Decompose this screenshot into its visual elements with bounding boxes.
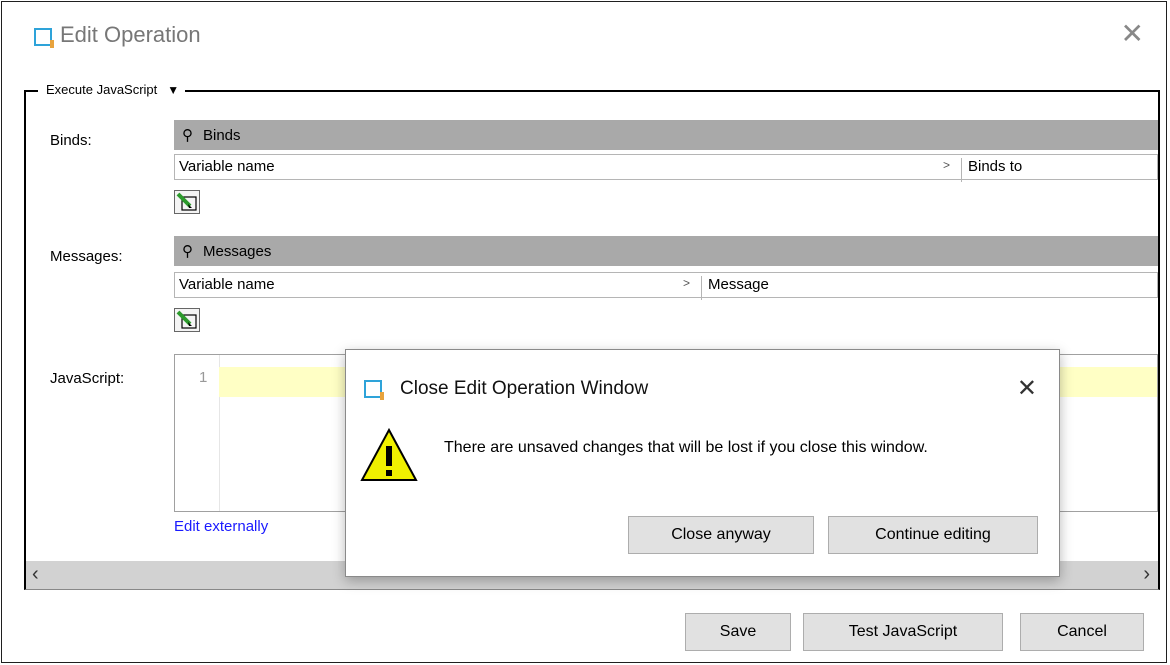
window-icon [34,28,54,48]
pencil-edit-icon [176,310,197,329]
line-number: 1 [199,369,208,386]
save-button[interactable]: Save [685,613,791,651]
close-icon[interactable]: ✕ [1121,20,1144,48]
close-icon[interactable]: ✕ [1017,374,1037,403]
close-confirmation-dialog: Close Edit Operation Window ✕ There are … [345,349,1060,577]
javascript-label: JavaScript: [50,370,125,387]
close-anyway-button[interactable]: Close anyway [628,516,814,554]
pushpin-icon[interactable]: ⚲ [182,242,193,260]
messages-grid-header: ⚲ Messages [174,236,1158,266]
window-icon [364,380,384,400]
pushpin-icon[interactable]: ⚲ [182,126,193,144]
binds-edit-button[interactable] [174,190,200,214]
test-javascript-button[interactable]: Test JavaScript [803,613,1003,651]
messages-column-header: Variable name > Message [174,272,1158,300]
edit-externally-link[interactable]: Edit externally [174,518,268,535]
pencil-edit-icon [176,192,197,211]
chevron-right-icon[interactable]: › [1143,563,1150,586]
messages-col-message[interactable]: Message [701,276,769,300]
cancel-button[interactable]: Cancel [1020,613,1144,651]
binds-column-header: Variable name > Binds to [174,154,1158,182]
dialog-message: There are unsaved changes that will be l… [444,439,928,456]
window-title: Edit Operation [60,22,201,47]
dialog-title: Close Edit Operation Window [400,378,649,399]
binds-header-title: Binds [203,126,241,144]
group-label: Execute JavaScript [46,82,158,97]
messages-edit-button[interactable] [174,308,200,332]
messages-label: Messages: [50,248,123,265]
binds-col-variable-name[interactable]: Variable name [179,158,275,175]
messages-col-variable-name[interactable]: Variable name [179,276,275,293]
chevron-left-icon[interactable]: ‹ [32,563,39,586]
caret-down-icon[interactable]: ▼ [167,83,179,97]
continue-editing-button[interactable]: Continue editing [828,516,1038,554]
warning-icon [360,427,418,481]
chevron-right-icon: > [943,158,951,172]
binds-col-binds-to[interactable]: Binds to [961,158,1022,182]
line-gutter: 1 [175,355,220,511]
binds-grid-header: ⚲ Binds [174,120,1158,150]
binds-label: Binds: [50,132,92,149]
title-bar: Edit Operation ✕ [2,2,1166,74]
group-selector[interactable]: Execute JavaScript ▼ [38,82,186,97]
messages-header-title: Messages [203,242,272,260]
chevron-right-icon: > [683,276,691,290]
